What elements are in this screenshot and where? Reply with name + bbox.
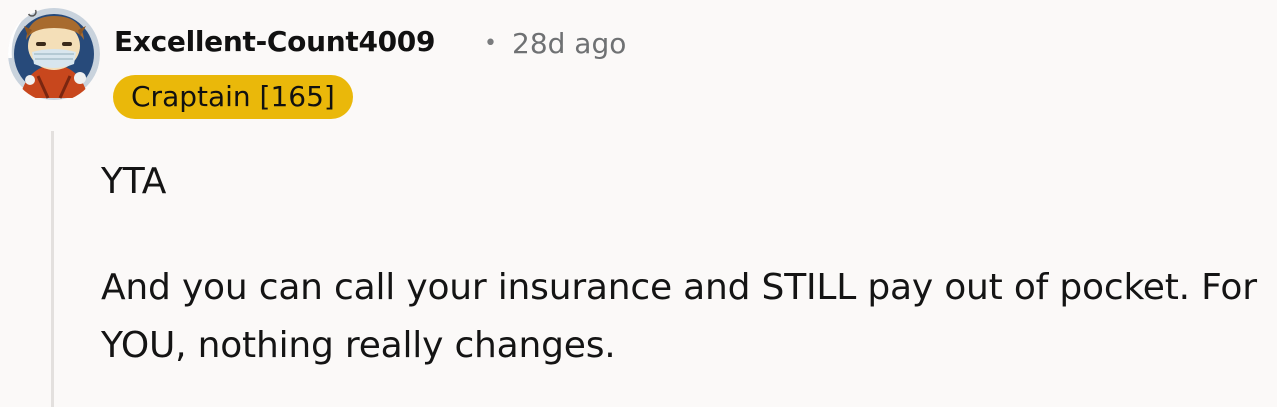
comment-timestamp[interactable]: 28d ago [512,24,626,64]
comment: Excellent-Count4009 • 28d ago Craptain [… [0,0,1277,407]
user-avatar-icon[interactable] [8,6,100,102]
thread-collapse-line[interactable] [51,131,54,407]
comment-paragraph: And you can call your insurance and STIL… [101,267,1257,366]
meta-separator: • [484,31,497,56]
comment-body: YTA And you can call your insurance and … [101,153,1261,375]
author-username[interactable]: Excellent-Count4009 [114,22,435,62]
comment-paragraph: YTA [101,161,167,202]
user-flair-badge: Craptain [165] [113,75,353,119]
